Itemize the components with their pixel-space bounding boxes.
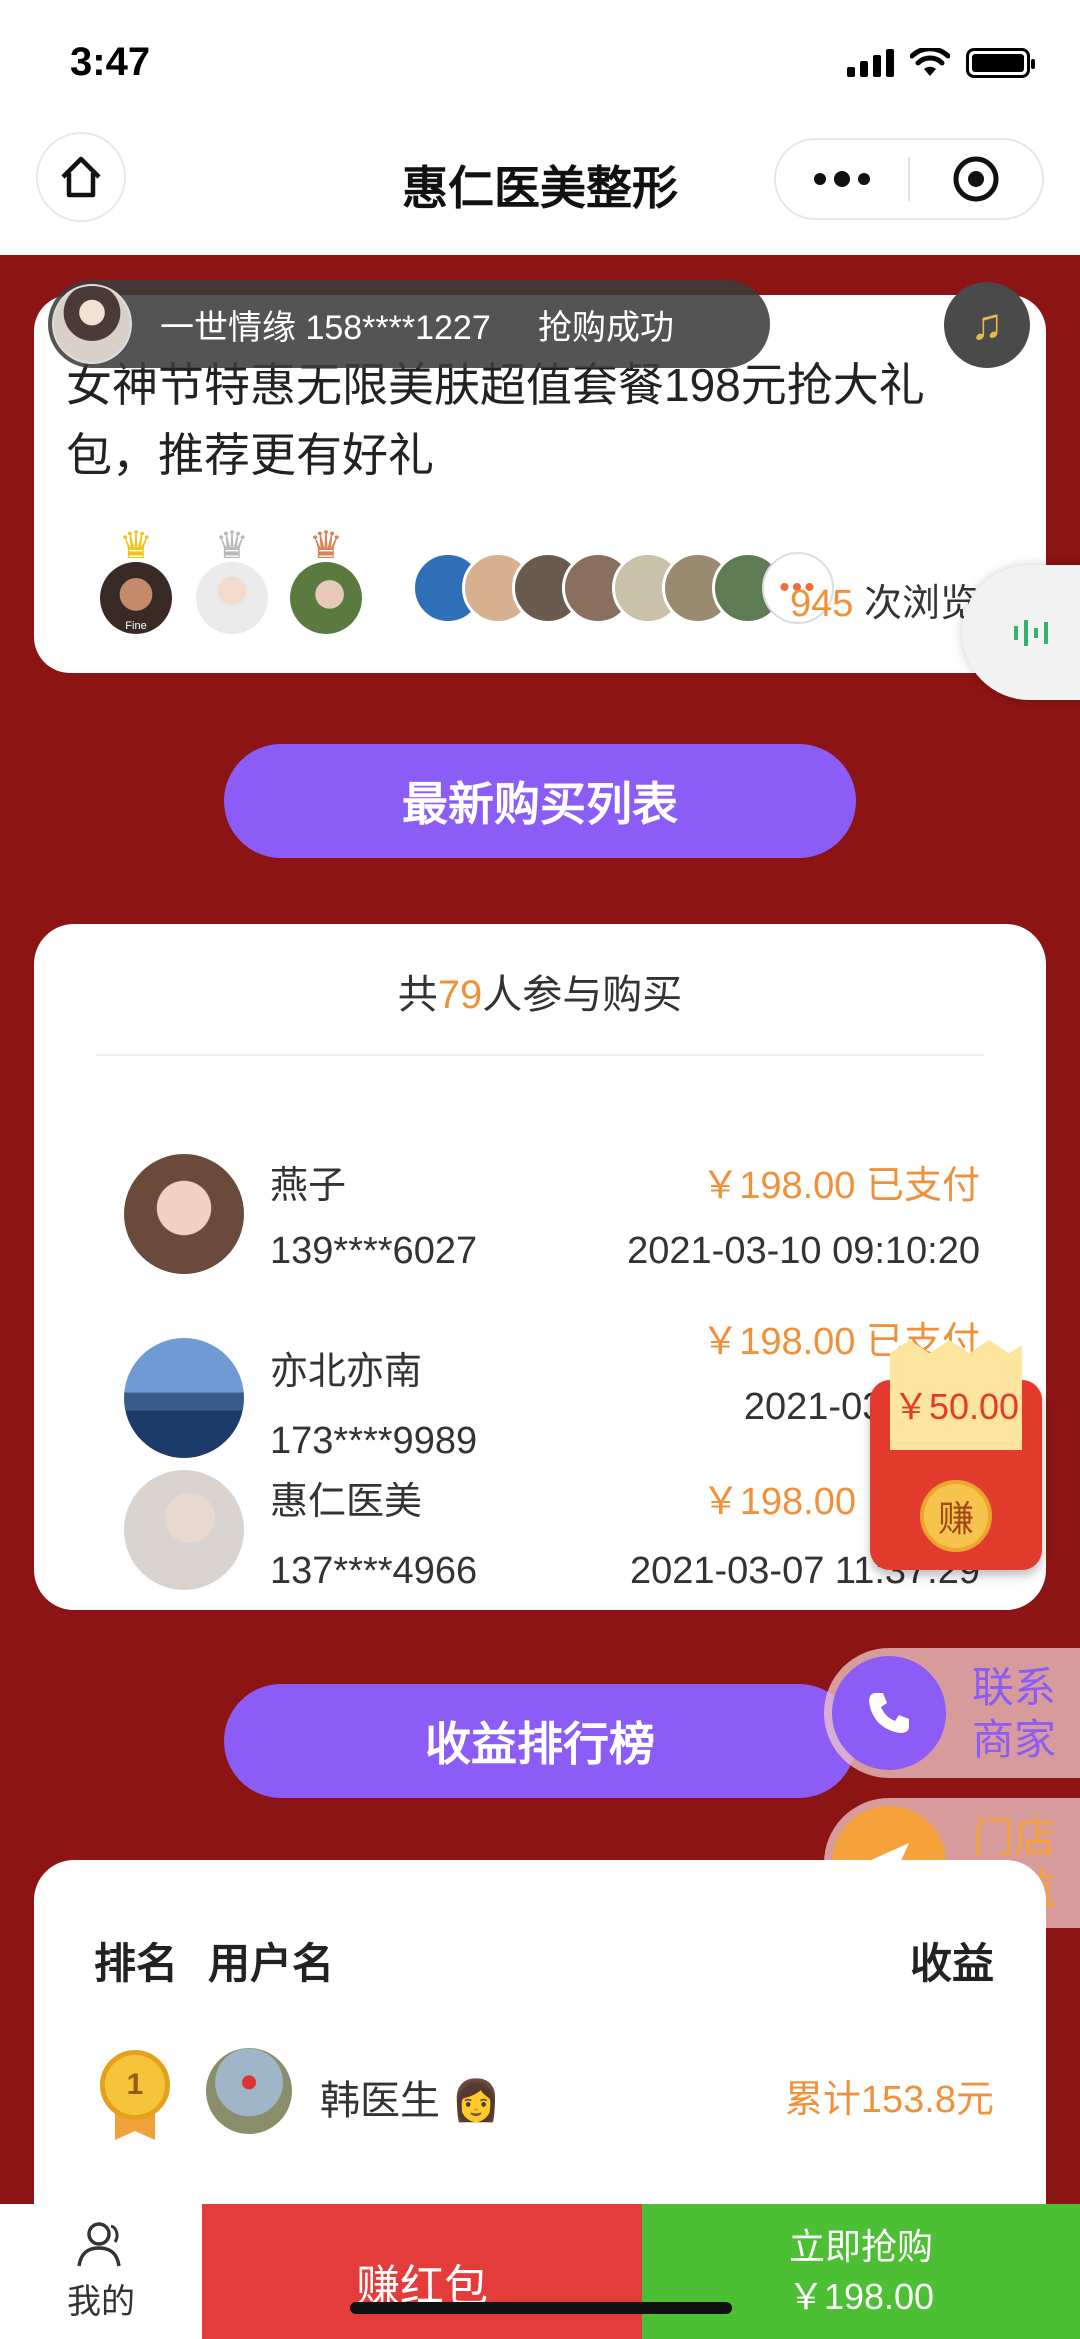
top-buyer-2[interactable]: ♛ — [196, 525, 268, 634]
username-column-header: 用户名 — [208, 1940, 335, 1987]
rank-user-earnings: 累计153.8元 — [784, 2079, 994, 2121]
target-icon — [953, 156, 999, 202]
buy-now-label: 立即抢购 — [788, 2225, 933, 2267]
avatar — [124, 1338, 244, 1458]
buyer-price: ￥198.00 — [701, 1481, 856, 1523]
wifi-icon — [910, 48, 950, 76]
sound-wave-icon — [1014, 619, 1048, 646]
tab-me[interactable]: 我的 — [0, 2204, 202, 2339]
notification-avatar — [52, 284, 132, 364]
nav-bar: 惠仁医美整形 — [0, 130, 1080, 255]
earn-coin-icon: 赚 — [920, 1480, 992, 1552]
gold-crown-icon: ♛ — [118, 525, 154, 567]
avatar — [124, 1470, 244, 1590]
silver-crown-icon: ♛ — [214, 525, 250, 567]
buyer-date: 2021-03-10 09:10:20 — [627, 1230, 980, 1272]
avatar: Fine — [100, 562, 172, 634]
buyer-phone: 137****4966 — [270, 1550, 478, 1592]
cellular-signal-icon — [847, 49, 894, 77]
notification-text: 一世情缘 158****1227 抢购成功 — [160, 308, 674, 347]
phone-icon — [832, 1656, 946, 1770]
purchase-count: 共79人参与购买 — [397, 973, 683, 1017]
divider — [96, 1054, 984, 1056]
rank-column-header: 排名 — [94, 1940, 179, 1987]
red-packet-amount: ￥50.00 — [892, 1386, 1020, 1427]
bronze-crown-icon: ♛ — [308, 525, 344, 567]
buyer-phone: 139****6027 — [270, 1230, 478, 1272]
emoji-woman-icon: 👩 — [451, 2079, 501, 2123]
avatar — [290, 562, 362, 634]
contact-merchant-label: 联系商家 — [972, 1664, 1057, 1763]
purchase-notification: 一世情缘 158****1227 抢购成功 — [48, 280, 770, 368]
gold-medal-icon: 1 — [100, 2050, 170, 2140]
music-button[interactable]: ♫ — [944, 282, 1030, 368]
tab-me-label: 我的 — [67, 2283, 135, 2321]
earnings-column-header: 收益 — [910, 1940, 995, 1987]
purchase-list-button[interactable]: 最新购买列表 — [224, 744, 856, 858]
clock: 3:47 — [70, 40, 151, 84]
battery-icon — [966, 48, 1035, 78]
status-icons — [847, 48, 1035, 78]
buyer-name: 亦北亦南 — [270, 1351, 423, 1393]
home-indicator — [350, 2302, 732, 2314]
buyer-avatar-row[interactable]: ••• — [412, 552, 834, 624]
red-packet-button[interactable]: ￥50.00 赚 — [870, 1340, 1042, 1570]
more-button[interactable] — [776, 140, 908, 218]
buy-now-price: ￥198.00 — [787, 2275, 935, 2317]
rank-user-name: 韩医生 👩 — [320, 2079, 501, 2123]
top-buyer-3[interactable]: ♛ — [290, 525, 362, 634]
product-title: 女神节特惠无限美肤超值套餐198元抢大礼包，推荐更有好礼 — [66, 359, 925, 481]
view-count: 945 次浏览 — [790, 583, 978, 625]
status-bar: 3:47 — [0, 0, 1080, 130]
buyer-price: ￥198.00 已支付 — [701, 1165, 980, 1207]
contact-merchant-button[interactable]: 联系商家 — [824, 1648, 1080, 1778]
more-dots-icon — [814, 171, 870, 187]
top-buyer-1[interactable]: ♛ Fine — [100, 525, 172, 634]
avatar — [196, 562, 268, 634]
miniprogram-capsule — [774, 138, 1044, 220]
buyer-name: 惠仁医美 — [270, 1481, 423, 1523]
buy-now-button[interactable]: 立即抢购 ￥198.00 — [642, 2204, 1080, 2339]
close-miniprogram-button[interactable] — [910, 140, 1042, 218]
avatar-caption: Fine — [125, 620, 147, 632]
avatar — [124, 1154, 244, 1274]
earn-red-packet-button[interactable]: 赚红包 — [202, 2204, 642, 2339]
earnings-rank-button[interactable]: 收益排行榜 — [224, 1684, 856, 1798]
buyer-phone: 173****9989 — [270, 1420, 478, 1462]
bottom-action-bar: 我的 赚红包 立即抢购 ￥198.00 — [0, 2204, 1080, 2339]
user-icon — [77, 2222, 121, 2267]
avatar — [206, 2048, 292, 2134]
buyer-name: 燕子 — [270, 1165, 347, 1207]
music-note-icon: ♫ — [970, 300, 1004, 349]
audio-wave-button[interactable] — [962, 565, 1080, 700]
